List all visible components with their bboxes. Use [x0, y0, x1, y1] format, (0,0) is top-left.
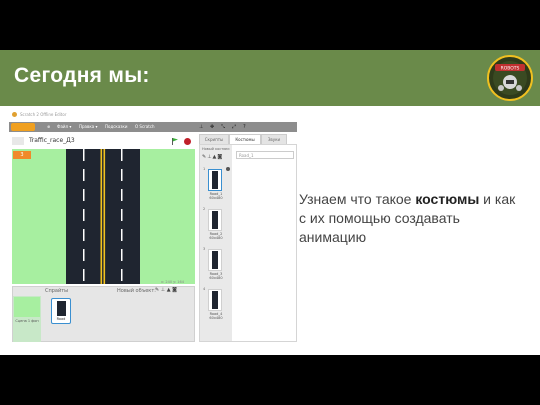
road-markings [83, 149, 123, 284]
sprite-menu-icon[interactable]: ⊕ [47, 124, 50, 129]
costume-name-field[interactable]: Road_1 [236, 151, 294, 159]
shrink-icon[interactable]: ⤢ [232, 124, 236, 130]
new-object-label: Новый объект: [117, 288, 156, 294]
stamp-icon[interactable]: ⊥ [199, 124, 203, 130]
cursor-position: x: 240 y: 164 [161, 280, 184, 284]
slide: Сегодня мы: ROBOTS Scratch 2 Offline Edi… [0, 50, 540, 355]
costume-item[interactable]: 2 Road_2 60x480 [203, 207, 229, 243]
tab-sounds[interactable]: Звуки [261, 134, 287, 144]
title-bar: Сегодня мы: ROBOTS [0, 50, 540, 106]
slide-description: Узнаем что такое костюмы и как с их помо… [299, 191, 516, 245]
project-name[interactable]: Traffic_race_Д3 [29, 137, 75, 144]
stage-thumbnail[interactable]: Сцена 1 фон [13, 296, 41, 342]
stop-button[interactable] [184, 138, 191, 145]
sprites-header: Спрайты [45, 288, 69, 294]
editor-tabs: Скрипты Костюмы Звуки [199, 134, 297, 144]
costumes-panel: Новый костюм: ✎⊥▲◙ 1 Road_1 60x480 2 Road… [199, 144, 297, 342]
menu-about[interactable]: О Scratch [135, 124, 155, 129]
school-emblem-icon: ROBOTS [487, 55, 533, 101]
window-titlebar: Scratch 2 Offline Editor [9, 110, 297, 120]
scratch-logo[interactable] [11, 123, 35, 131]
stage-label: Сцена 1 фон [15, 319, 39, 323]
sprite-name: Road [56, 317, 66, 321]
svg-text:ROBOTS: ROBOTS [501, 66, 520, 72]
tab-scripts[interactable]: Скрипты [199, 134, 229, 144]
slide-title: Сегодня мы: [14, 64, 150, 87]
stage[interactable]: 3 [12, 149, 195, 284]
grow-icon[interactable]: ⤡ [221, 124, 225, 130]
variable-monitor: 3 [13, 151, 31, 159]
new-costume-label: Новый костюм: [202, 147, 230, 151]
sprite-item-road[interactable]: Road [51, 298, 71, 324]
help-icon[interactable]: ? [243, 124, 246, 130]
sprites-panel: Сцена 1 фон Спрайты Новый объект: ✎ ⊥ ▲ … [12, 280, 195, 342]
new-costume-icons[interactable]: ✎⊥▲◙ [202, 154, 223, 160]
scratch-editor-screenshot: Scratch 2 Offline Editor ⊕ Файл ▾ Правка… [9, 110, 297, 342]
green-flag-icon[interactable] [172, 138, 178, 145]
costume-list: Новый костюм: ✎⊥▲◙ 1 Road_1 60x480 2 Road… [200, 145, 232, 341]
costume-item[interactable]: 3 Road_3 60x480 [203, 247, 229, 283]
menu-bar: ⊕ Файл ▾ Правка ▾ Подсказки О Scratch ⊥ … [9, 122, 297, 132]
menu-file[interactable]: Файл ▾ [57, 124, 71, 129]
window-title: Scratch 2 Offline Editor [20, 112, 67, 117]
road-sprite[interactable] [66, 149, 140, 284]
version-label [12, 137, 24, 145]
scratch-cat-icon [12, 112, 17, 117]
delete-tool-icon[interactable]: ✥ [210, 124, 214, 130]
menu-tips[interactable]: Подсказки [105, 124, 127, 129]
keyword-costumes: костюмы [415, 191, 480, 207]
tab-costumes[interactable]: Костюмы [229, 134, 261, 144]
new-sprite-icons[interactable]: ✎ ⊥ ▲ ◙ [155, 287, 177, 293]
costume-item[interactable]: 1 Road_1 60x480 [203, 167, 230, 203]
close-icon[interactable] [226, 167, 230, 171]
menu-edit[interactable]: Правка ▾ [79, 124, 98, 129]
stage-toolbar: Traffic_race_Д3 [9, 134, 194, 148]
costume-item[interactable]: 4 Road_4 60x480 [203, 287, 229, 323]
